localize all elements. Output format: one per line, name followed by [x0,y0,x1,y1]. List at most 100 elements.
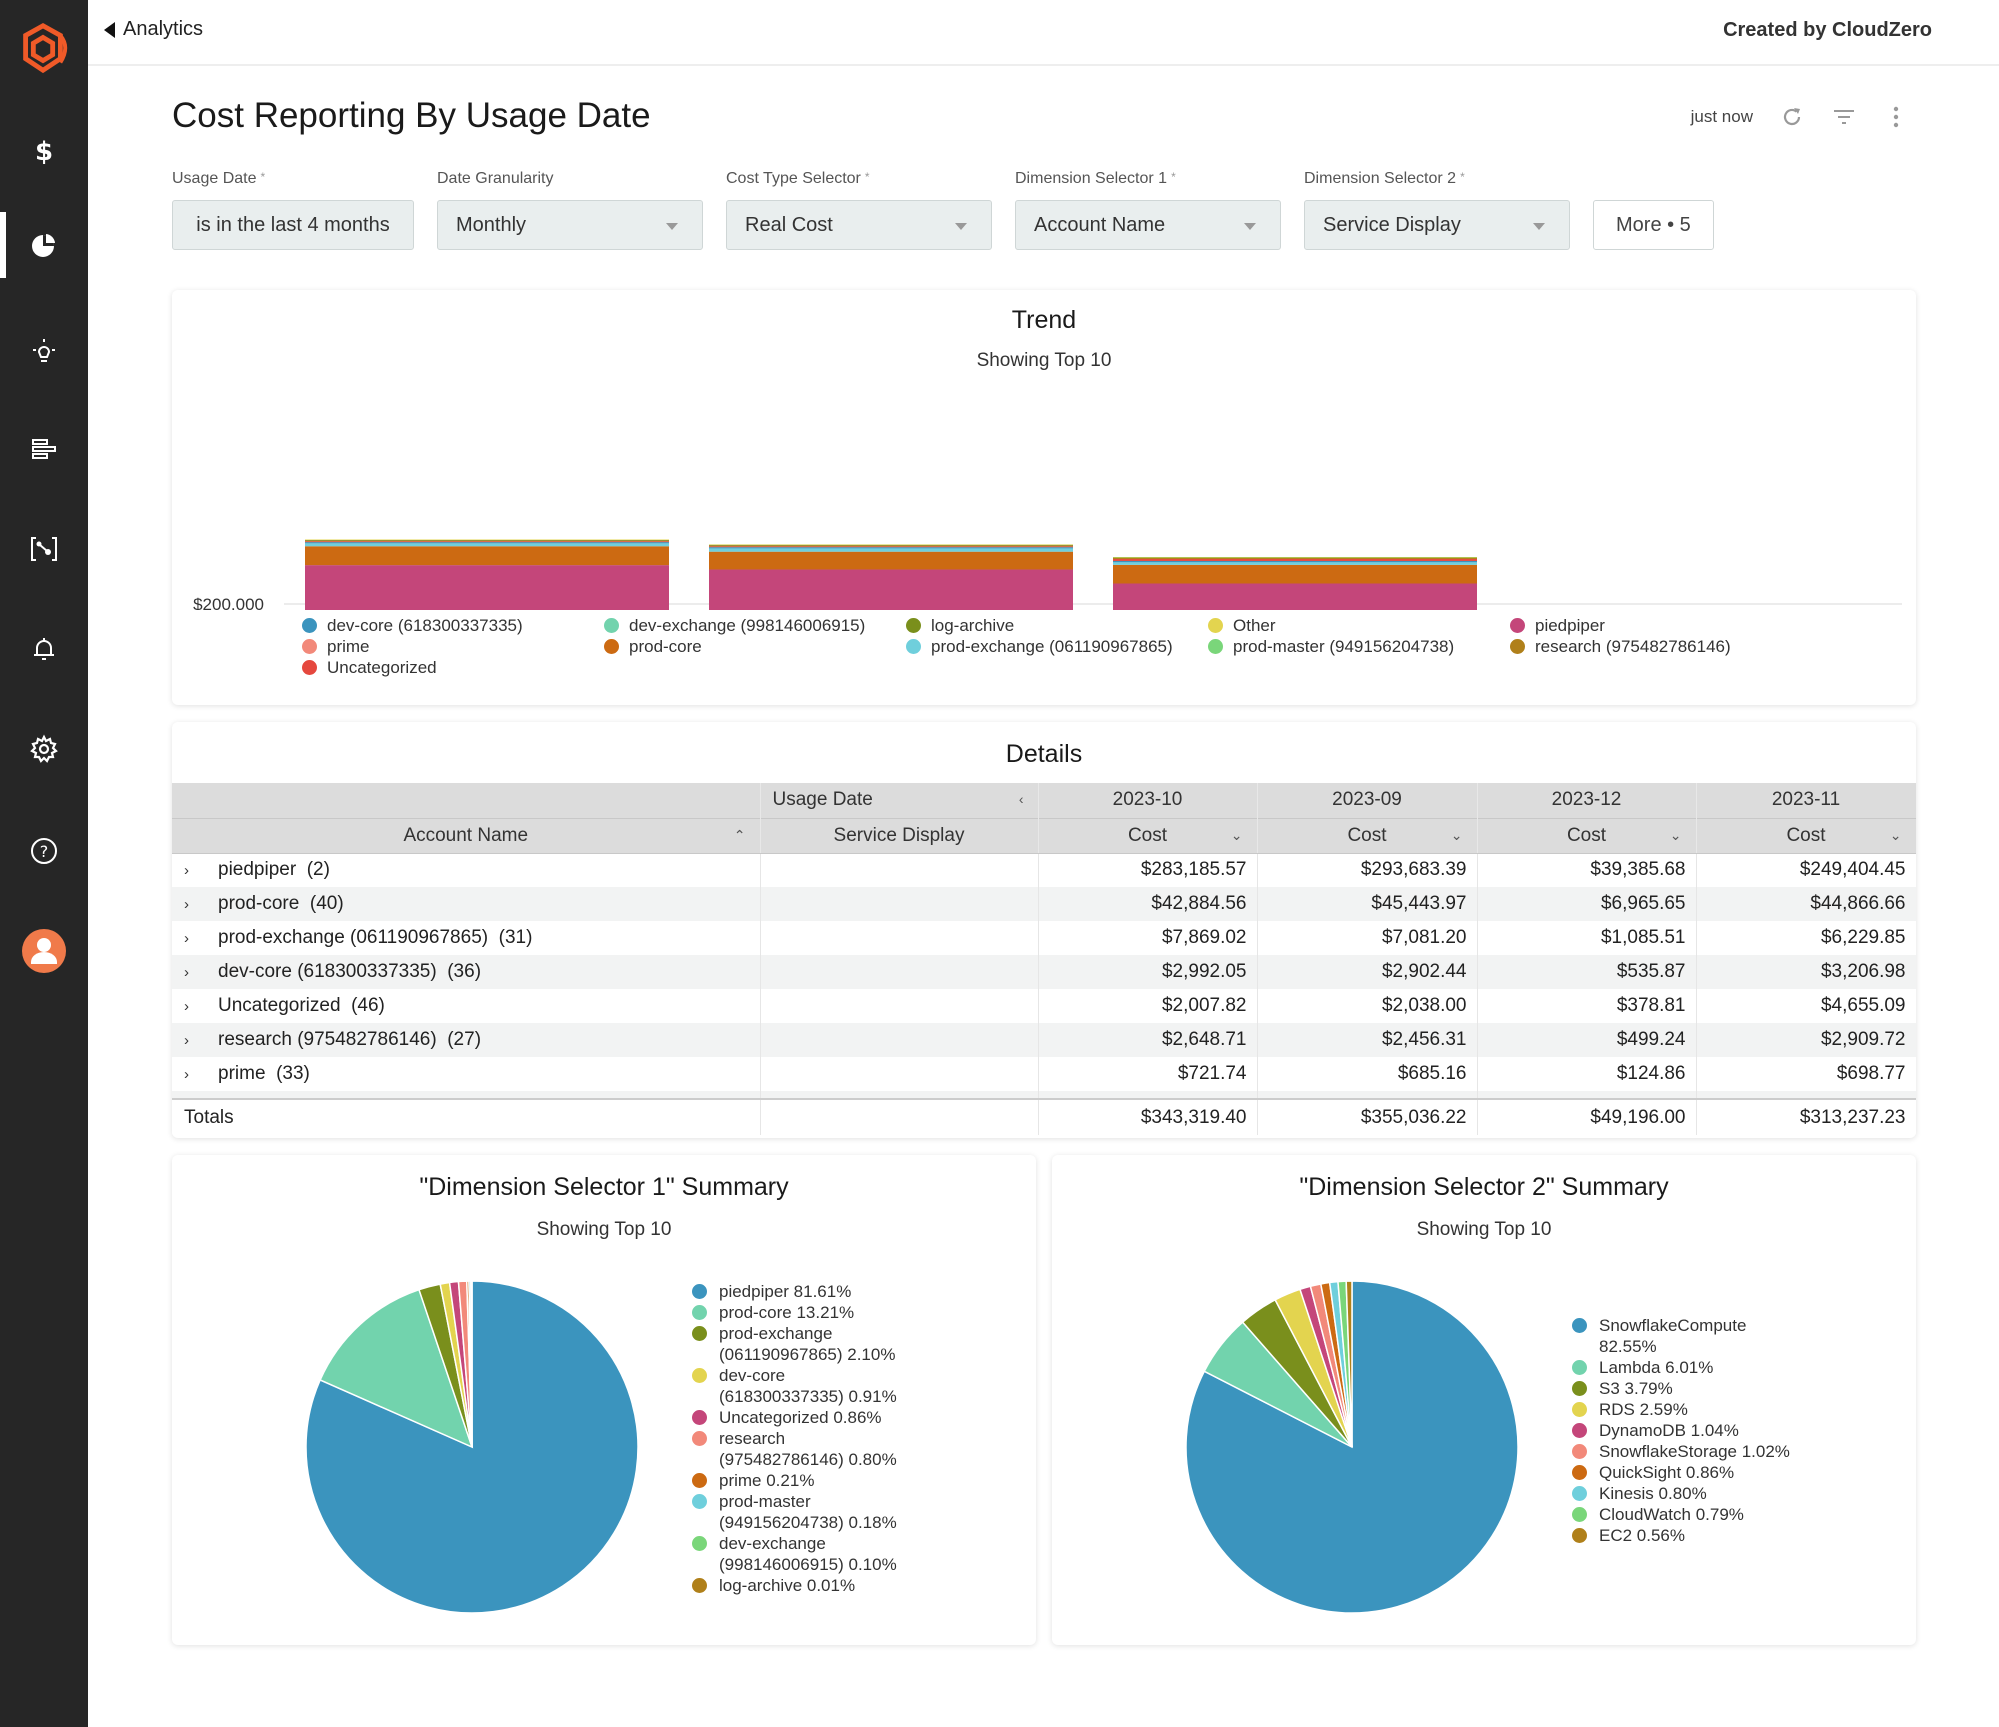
legend-item[interactable]: prod-core 13.21% [692,1302,912,1323]
usage-date-filter[interactable]: is in the last 4 months [172,200,414,250]
collapse-chevron-left-icon[interactable]: ‹ [1019,791,1024,807]
filter-icon[interactable] [1831,104,1857,130]
bar-segment[interactable] [1113,557,1477,558]
table-row[interactable]: › dev-core (618300337335) (36) $2,992.05 $2… [172,955,1916,989]
bar-segment[interactable] [1113,559,1477,561]
more-filters-button[interactable]: More • 5 [1593,200,1714,250]
legend-item[interactable]: Other [1208,615,1510,636]
expand-row-icon[interactable]: › [184,1066,218,1083]
sidebar-item-billing[interactable]: $ [0,118,88,184]
service-display-header[interactable]: Service Display [760,817,1039,854]
refresh-icon[interactable] [1779,104,1805,130]
bar-segment[interactable] [305,542,669,544]
legend-item[interactable]: Lambda 6.01% [1572,1357,1792,1378]
legend-item[interactable]: dev-exchange (998146006915) [604,615,906,636]
table-row[interactable]: › prod-exchange (061190967865) (31) $7,869… [172,921,1916,955]
legend-item[interactable]: piedpiper 81.61% [692,1281,912,1302]
chevron-down-icon[interactable]: ⌄ [1231,827,1243,844]
sidebar-item-insights[interactable] [0,318,88,384]
cloudzero-logo-icon[interactable] [14,20,72,78]
sidebar-item-analytics[interactable] [0,212,88,278]
legend-item[interactable]: prime 0.21% [692,1470,912,1491]
legend-item[interactable]: log-archive [906,615,1208,636]
legend-label: dev-core (618300337335) [327,615,523,635]
table-row[interactable]: › prime (33) $721.74 $685.16 $124.86 $698.77 [172,1057,1916,1091]
bar-segment[interactable] [1113,560,1477,563]
required-marker: * [864,170,870,184]
bar-segment[interactable] [305,543,669,547]
expand-row-icon[interactable]: › [184,964,218,981]
legend-item[interactable]: prod-core [604,636,906,657]
bar-segment[interactable] [709,547,1073,549]
cost-type-select[interactable]: Real Cost [726,200,992,250]
bar-segment[interactable] [305,539,669,541]
cost-header[interactable]: Cost ⌄ [1696,817,1916,854]
bar-segment[interactable] [305,546,669,566]
bar-segment[interactable] [1113,562,1477,565]
chevron-down-icon[interactable]: ⌄ [1670,827,1682,844]
cost-header[interactable]: Cost ⌄ [1038,817,1258,854]
legend-item[interactable]: prod-exchange (061190967865) [906,636,1208,657]
expand-row-icon[interactable]: › [184,998,218,1015]
legend-item[interactable]: log-archive 0.01% [692,1575,912,1596]
table-row[interactable]: › prod-core (40) $42,884.56 $45,443.97 $6,96… [172,887,1916,921]
bar-segment[interactable] [709,569,1073,610]
legend-item[interactable]: DynamoDB 1.04% [1572,1420,1792,1441]
legend-item[interactable]: prime [302,636,604,657]
bar-segment[interactable] [1113,564,1477,584]
bar-segment[interactable] [709,546,1073,548]
account-name-header[interactable]: Account Name ⌃ [172,817,761,854]
sidebar-item-help[interactable]: ? [0,818,88,884]
table-row[interactable]: › Uncategorized (46) $2,007.82 $2,038.00 $37… [172,989,1916,1023]
date-granularity-select[interactable]: Monthly [437,200,703,250]
cost-header[interactable]: Cost ⌄ [1477,817,1697,854]
legend-item[interactable]: piedpiper [1510,615,1812,636]
legend-item[interactable]: SnowflakeStorage 1.02% [1572,1441,1792,1462]
sidebar-item-profile[interactable] [0,918,88,984]
expand-row-icon[interactable]: › [184,896,218,913]
bar-segment[interactable] [305,541,669,543]
bar-segment[interactable] [709,544,1073,545]
table-row[interactable]: › research (975482786146) (27) $2,648.71 $2… [172,1023,1916,1057]
sidebar-item-settings[interactable] [0,716,88,782]
legend-item[interactable]: Uncategorized 0.86% [692,1407,912,1428]
legend-item[interactable]: prod-master (949156204738) 0.18% [692,1491,912,1533]
table-row[interactable]: › piedpiper (2) $283,185.57 $293,683.39 $39,… [172,853,1916,887]
back-to-analytics-link[interactable]: Analytics [104,18,203,41]
chevron-down-icon[interactable]: ⌄ [1890,827,1902,844]
bar-segment[interactable] [709,551,1073,570]
expand-row-icon[interactable]: › [184,862,218,879]
sidebar-item-alerts[interactable] [0,616,88,682]
legend-item[interactable]: RDS 2.59% [1572,1399,1792,1420]
expand-row-icon[interactable]: › [184,1032,218,1049]
dimension-selector-1-select[interactable]: Account Name [1015,200,1281,250]
legend-item[interactable]: EC2 0.56% [1572,1525,1792,1546]
legend-item[interactable]: research (975482786146) 0.80% [692,1428,912,1470]
expand-row-icon[interactable]: › [184,930,218,947]
legend-item[interactable]: research (975482786146) [1510,636,1812,657]
dimension-selector-2-select[interactable]: Service Display [1304,200,1570,250]
legend-item[interactable]: CloudWatch 0.79% [1572,1504,1792,1525]
legend-item[interactable]: dev-core (618300337335) [302,615,604,636]
more-options-icon[interactable] [1883,104,1909,130]
legend-item[interactable]: SnowflakeCompute 82.55% [1572,1315,1792,1357]
account-name: prime [218,1063,266,1084]
chevron-down-icon[interactable]: ⌄ [1451,827,1463,844]
bar-segment[interactable] [709,548,1073,552]
usage-date-group-header[interactable]: Usage Date ‹ [760,783,1039,818]
legend-item[interactable]: prod-exchange (061190967865) 2.10% [692,1323,912,1365]
legend-label: research (975482786146) [1535,636,1731,656]
sort-ascending-icon[interactable]: ⌃ [734,827,746,844]
sidebar-item-dimensions[interactable] [0,516,88,582]
cost-header[interactable]: Cost ⌄ [1257,817,1478,854]
legend-item[interactable]: dev-exchange (998146006915) 0.10% [692,1533,912,1575]
legend-item[interactable]: dev-core (618300337335) 0.91% [692,1365,912,1407]
legend-item[interactable]: S3 3.79% [1572,1378,1792,1399]
bar-segment[interactable] [305,565,669,610]
bar-segment[interactable] [1113,583,1477,610]
legend-item[interactable]: QuickSight 0.86% [1572,1462,1792,1483]
legend-item[interactable]: prod-master (949156204738) [1208,636,1510,657]
legend-item[interactable]: Uncategorized [302,657,604,678]
legend-item[interactable]: Kinesis 0.80% [1572,1483,1792,1504]
sidebar-item-reports[interactable] [0,417,88,483]
